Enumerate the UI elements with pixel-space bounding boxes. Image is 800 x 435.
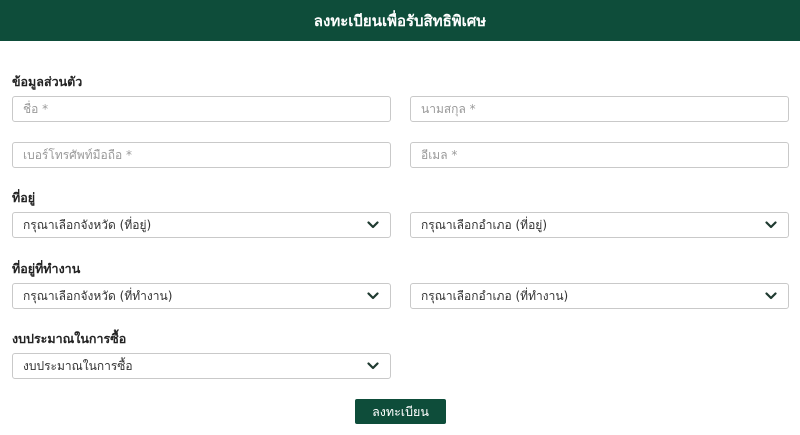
chevron-down-icon (764, 218, 778, 232)
chevron-down-icon (366, 289, 380, 303)
email-field[interactable] (410, 142, 789, 168)
last-name-input[interactable] (411, 97, 788, 121)
email-input[interactable] (411, 143, 788, 167)
work-district-select[interactable]: กรุณาเลือกอำเภอ (ที่ทำงาน) (410, 283, 789, 309)
budget-select[interactable]: งบประมาณในการซื้อ (12, 353, 391, 379)
first-name-field[interactable] (12, 96, 391, 122)
chevron-down-icon (764, 289, 778, 303)
first-name-input[interactable] (13, 97, 390, 121)
last-name-field[interactable] (410, 96, 789, 122)
address-district-select[interactable]: กรุณาเลือกอำเภอ (ที่อยู่) (410, 212, 789, 238)
page-header: ลงทะเบียนเพื่อรับสิทธิพิเศษ (0, 0, 800, 41)
work-address-heading: ที่อยู่ที่ทำงาน (12, 261, 81, 276)
personal-info-heading: ข้อมูลส่วนตัว (12, 74, 83, 89)
phone-input[interactable] (13, 143, 390, 167)
address-province-value: กรุณาเลือกจังหวัด (ที่อยู่) (23, 217, 152, 232)
chevron-down-icon (366, 359, 380, 373)
work-district-value: กรุณาเลือกอำเภอ (ที่ทำงาน) (421, 288, 569, 303)
register-button[interactable]: ลงทะเบียน (355, 399, 446, 424)
address-heading: ที่อยู่ (12, 190, 36, 205)
budget-value: งบประมาณในการซื้อ (23, 358, 133, 373)
chevron-down-icon (366, 218, 380, 232)
address-district-value: กรุณาเลือกอำเภอ (ที่อยู่) (421, 217, 547, 232)
work-province-select[interactable]: กรุณาเลือกจังหวัด (ที่ทำงาน) (12, 283, 391, 309)
budget-heading: งบประมาณในการซื้อ (12, 331, 127, 346)
work-province-value: กรุณาเลือกจังหวัด (ที่ทำงาน) (23, 288, 173, 303)
page-title: ลงทะเบียนเพื่อรับสิทธิพิเศษ (313, 11, 487, 30)
address-province-select[interactable]: กรุณาเลือกจังหวัด (ที่อยู่) (12, 212, 391, 238)
phone-field[interactable] (12, 142, 391, 168)
